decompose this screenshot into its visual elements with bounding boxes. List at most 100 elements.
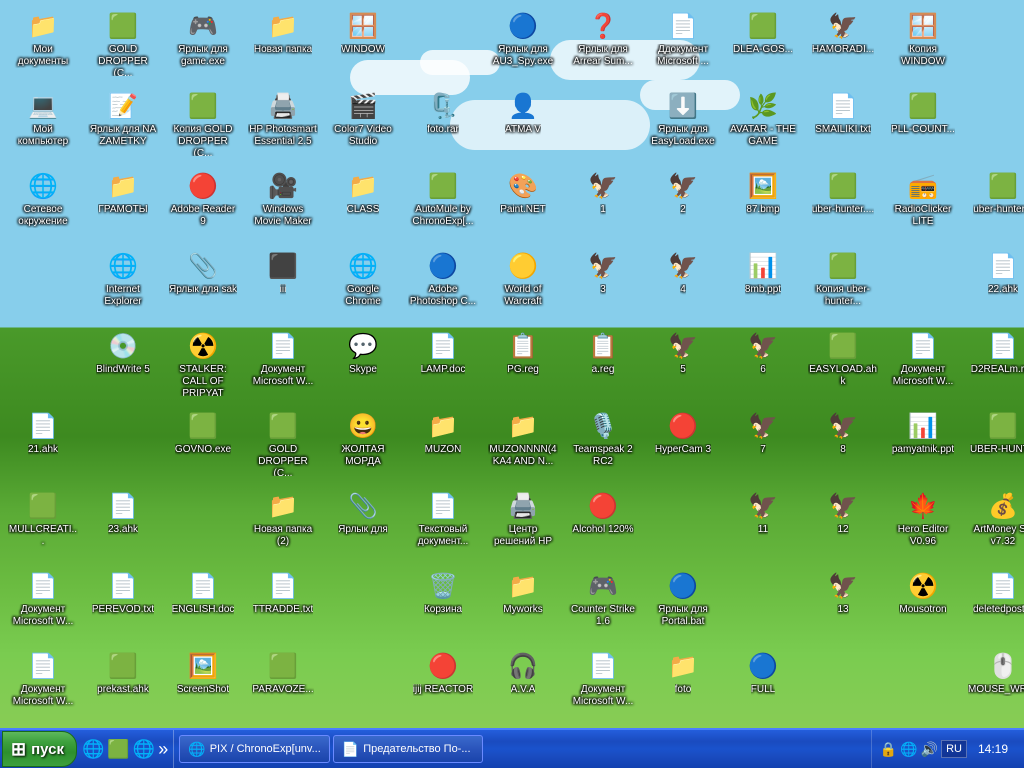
desktop-icon-82[interactable]: 📁Новая папка (2)	[245, 485, 321, 561]
desktop-icon-59[interactable]: 📋PG.reg	[485, 325, 561, 401]
desktop-icon-71[interactable]: 📁MUZON	[405, 405, 481, 481]
desktop-icon-38[interactable]: 📻RadioClicker LITE	[885, 165, 961, 241]
desktop-icon-95[interactable]: 📄TTRADDE.txt	[245, 565, 321, 641]
desktop-icon-1[interactable]: 📁Мои документы	[5, 5, 81, 81]
desktop-icon-93[interactable]: 📄PEREVOD.txt	[85, 565, 161, 641]
desktop-icon-89[interactable]: 🦅12	[805, 485, 881, 561]
desktop-icon-31[interactable]: 📁CLASS	[325, 165, 401, 241]
desktop-icon-64[interactable]: 📄Документ Microsoft W...	[885, 325, 961, 401]
desktop-icon-69[interactable]: 🟩GOLD DROPPER (C...	[245, 405, 321, 481]
desktop-icon-61[interactable]: 🦅5	[645, 325, 721, 401]
desktop-icon-46[interactable]: 🟡World of Warcraft	[485, 245, 561, 321]
clock[interactable]: 14:19	[970, 742, 1016, 756]
desktop-icon-32[interactable]: 🟩AutoMule by ChronoExp[...	[405, 165, 481, 241]
desktop-icon-99[interactable]: 🎮Counter Strike 1.6	[565, 565, 641, 641]
desktop-icon-27[interactable]: 🌐Сетевое окружение	[5, 165, 81, 241]
desktop-icon-117[interactable]: 🖱️MOUSE_WRI...	[965, 645, 1024, 721]
tray-security-icon[interactable]: 🔒	[880, 741, 897, 758]
desktop-icon-113[interactable]: 📁foto	[645, 645, 721, 721]
desktop-icon-77[interactable]: 📊pamyatnik.ppt	[885, 405, 961, 481]
desktop-icon-12[interactable]: 🪟Копия WINDOW	[885, 5, 961, 81]
desktop-icon-76[interactable]: 🦅8	[805, 405, 881, 481]
desktop-icon-65[interactable]: 📄D2REALm.rag	[965, 325, 1024, 401]
desktop-icon-10[interactable]: 🟩DLEA-GOS...	[725, 5, 801, 81]
desktop-icon-39[interactable]: 🟩uber-hunter...	[965, 165, 1024, 241]
desktop-icon-35[interactable]: 🦅2	[645, 165, 721, 241]
desktop-icon-84[interactable]: 📄Текстовый документ...	[405, 485, 481, 561]
desktop-icon-3[interactable]: 🎮Ярлык для game.exe	[165, 5, 241, 81]
ql-icon3[interactable]: 🌐	[133, 739, 155, 760]
ql-expand-icon[interactable]: »	[158, 739, 168, 760]
desktop-icon-60[interactable]: 📋a.reg	[565, 325, 641, 401]
desktop-icon-23[interactable]: 🌿AVATAR - THE GAME	[725, 85, 801, 161]
desktop-icon-19[interactable]: 🗜️foto.rar	[405, 85, 481, 161]
desktop-icon-86[interactable]: 🔴Alcohol 120%	[565, 485, 641, 561]
desktop-icon-42[interactable]: 📎Ярлык для sak	[165, 245, 241, 321]
desktop-icon-107[interactable]: 🖼️ScreenShot	[165, 645, 241, 721]
desktop-icon-80[interactable]: 📄23.ahk	[85, 485, 161, 561]
desktop-icon-97[interactable]: 🗑️Корзина	[405, 565, 481, 641]
ql-ie-icon[interactable]: 🌐	[82, 739, 104, 760]
desktop-icon-108[interactable]: 🟩PARAVOZE...	[245, 645, 321, 721]
desktop-icon-91[interactable]: 💰ArtMoney SE v7.32	[965, 485, 1024, 561]
desktop-icon-88[interactable]: 🦅11	[725, 485, 801, 561]
desktop-icon-102[interactable]: 🦅13	[805, 565, 881, 641]
taskbar-task-1[interactable]: 🌐PIX / ChronoExp[unv...	[179, 735, 330, 763]
tray-network-icon[interactable]: 🌐	[900, 741, 917, 758]
desktop-icon-85[interactable]: 🖨️Центр решений HP	[485, 485, 561, 561]
ql-icon2[interactable]: 🟩	[107, 739, 129, 760]
desktop-icon-90[interactable]: 🍁Hero Editor V0.96	[885, 485, 961, 561]
desktop-icon-92[interactable]: 📄Документ Microsoft W...	[5, 565, 81, 641]
desktop-icon-111[interactable]: 🎧A.V.A	[485, 645, 561, 721]
desktop-icon-57[interactable]: 💬Skype	[325, 325, 401, 401]
desktop-icon-104[interactable]: 📄deletedpost...	[965, 565, 1024, 641]
desktop-icon-44[interactable]: 🌐Google Chrome	[325, 245, 401, 321]
desktop-icon-29[interactable]: 🔴Adobe Reader 9	[165, 165, 241, 241]
desktop-icon-34[interactable]: 🦅1	[565, 165, 641, 241]
desktop-icon-28[interactable]: 📁ГРАМОТЫ	[85, 165, 161, 241]
desktop-icon-43[interactable]: ⬛iii	[245, 245, 321, 321]
desktop-icon-24[interactable]: 📄SMAILIKI.txt	[805, 85, 881, 161]
taskbar-task-2[interactable]: 📄Предательство По-...	[333, 735, 483, 763]
desktop-icon-94[interactable]: 📄ENGLISH.doc	[165, 565, 241, 641]
desktop-icon-79[interactable]: 🟩MULLCREATI...	[5, 485, 81, 561]
desktop-icon-63[interactable]: 🟩EASYLOAD.ahk	[805, 325, 881, 401]
desktop-icon-48[interactable]: 🦅4	[645, 245, 721, 321]
desktop-icon-4[interactable]: 📁Новая папка	[245, 5, 321, 81]
desktop-icon-58[interactable]: 📄LAMP.doc	[405, 325, 481, 401]
desktop-icon-37[interactable]: 🟩uber-hunter....	[805, 165, 881, 241]
desktop-icon-62[interactable]: 🦅6	[725, 325, 801, 401]
desktop-icon-15[interactable]: 📝Ярлык для NA ZAMETKY	[85, 85, 161, 161]
desktop-icon-83[interactable]: 📎Ярлык для	[325, 485, 401, 561]
desktop-icon-25[interactable]: 🟩PLL-COUNT...	[885, 85, 961, 161]
desktop-icon-100[interactable]: 🔵Ярлык для Portal.bat	[645, 565, 721, 641]
desktop-icon-112[interactable]: 📄Документ Microsoft W...	[565, 645, 641, 721]
desktop-icon-9[interactable]: 📄Ддокумент Microsoft ...	[645, 5, 721, 81]
desktop-icon-98[interactable]: 📁Myworks	[485, 565, 561, 641]
desktop-icon-106[interactable]: 🟩prekast.ahk	[85, 645, 161, 721]
desktop-icon-2[interactable]: 🟩GOLD DROPPER (C...	[85, 5, 161, 81]
desktop-icon-54[interactable]: 💿BlindWrite 5	[85, 325, 161, 401]
desktop-icon-50[interactable]: 🟩Копия uber-hunter...	[805, 245, 881, 321]
desktop-icon-11[interactable]: 🦅HAMORADI...	[805, 5, 881, 81]
desktop-icon-47[interactable]: 🦅3	[565, 245, 641, 321]
desktop-icon-74[interactable]: 🔴HyperCam 3	[645, 405, 721, 481]
desktop-icon-49[interactable]: 📊8mb.ppt	[725, 245, 801, 321]
desktop-icon-110[interactable]: 🔴ijij REACTOR	[405, 645, 481, 721]
desktop-icon-16[interactable]: 🟩Копия GOLD DROPPER (C...	[165, 85, 241, 161]
desktop-icon-72[interactable]: 📁MUZONNNN(4 KA4 AND N...	[485, 405, 561, 481]
tray-volume-icon[interactable]: 🔊	[921, 741, 938, 758]
desktop-icon-45[interactable]: 🔵Adobe Photoshop C...	[405, 245, 481, 321]
desktop-icon-33[interactable]: 🎨Paint.NET	[485, 165, 561, 241]
desktop-icon-52[interactable]: 📄22.ahk	[965, 245, 1024, 321]
desktop-icon-20[interactable]: 👤ATMA V	[485, 85, 561, 161]
desktop-icon-8[interactable]: ❓Ярлык для Arrear Sum...	[565, 5, 641, 81]
desktop-icon-14[interactable]: 💻Мой компьютер	[5, 85, 81, 161]
desktop-icon-41[interactable]: 🌐Internet Explorer	[85, 245, 161, 321]
desktop-icon-78[interactable]: 🟩UBER-HUNT...	[965, 405, 1024, 481]
desktop-icon-18[interactable]: 🎬Color7 Video Studio	[325, 85, 401, 161]
desktop-icon-70[interactable]: 😀ЖОЛТАЯ МОРДА	[325, 405, 401, 481]
desktop-icon-105[interactable]: 📄Документ Microsoft W...	[5, 645, 81, 721]
desktop-icon-56[interactable]: 📄Документ Microsoft W...	[245, 325, 321, 401]
desktop-icon-22[interactable]: ⬇️Ярлык для EasyLoad.exe	[645, 85, 721, 161]
